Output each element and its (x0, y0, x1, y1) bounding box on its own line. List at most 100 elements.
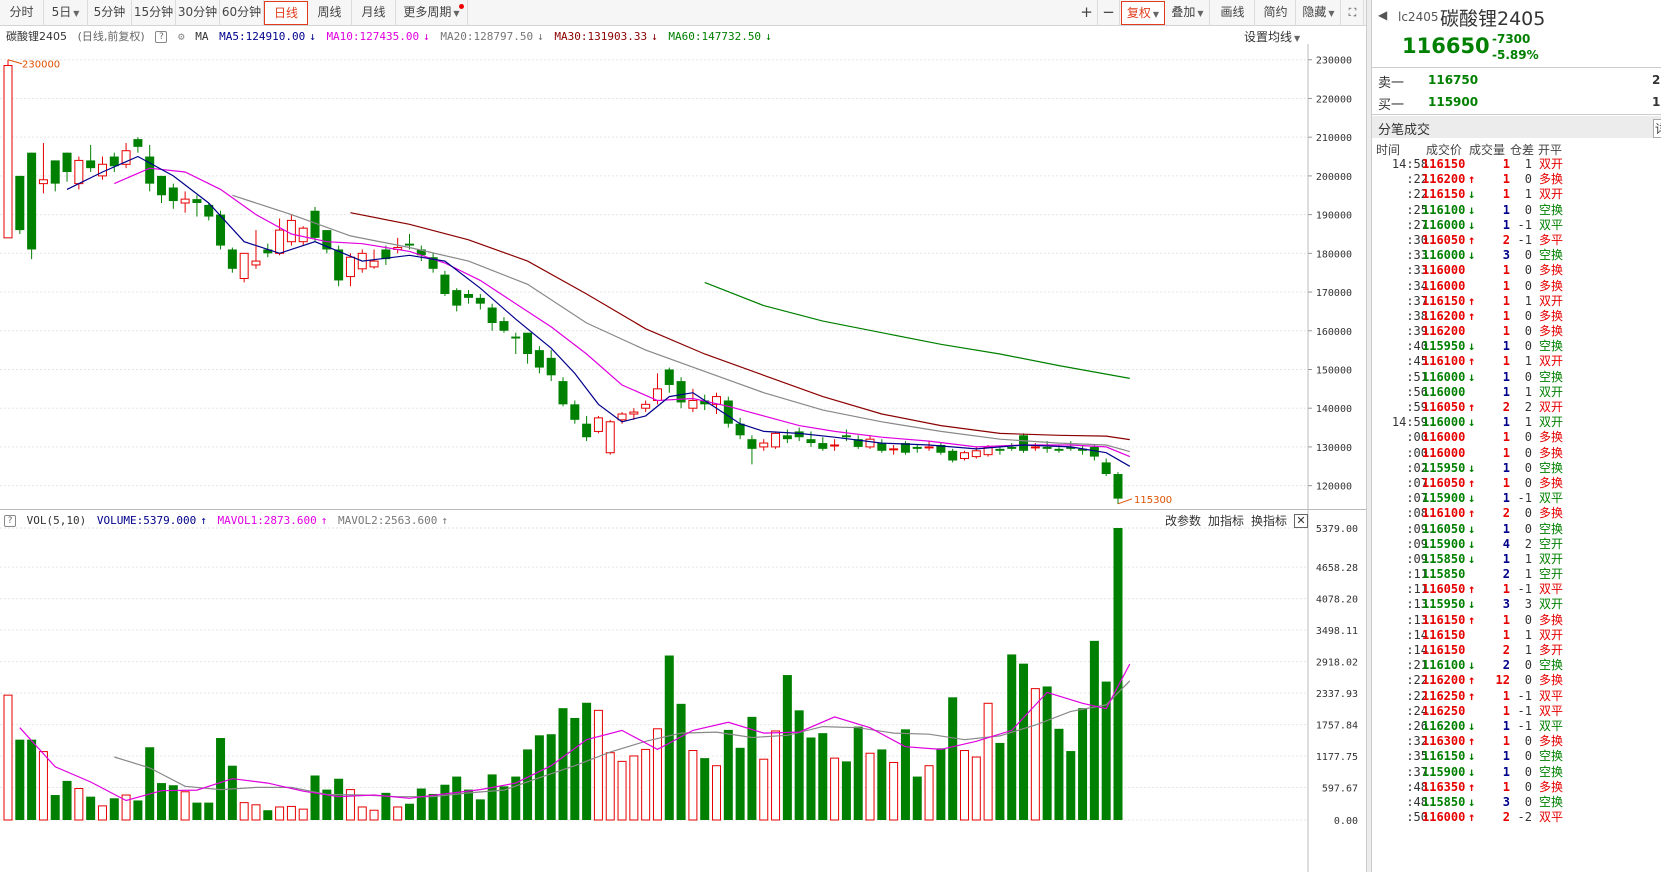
help-icon[interactable]: ? (4, 515, 16, 527)
simple-mode-button[interactable]: 简约 (1256, 0, 1296, 26)
trade-volume: 1 (1502, 582, 1510, 597)
help-icon[interactable]: ? (155, 31, 168, 43)
arrow-down-icon: ↓ (1468, 551, 1476, 566)
trade-oi: 0 (1524, 369, 1532, 384)
trade-volume: 2 (1502, 506, 1510, 521)
candle-body (464, 293, 474, 298)
volume-bar (641, 748, 651, 821)
volume-bar (735, 747, 745, 820)
period-label: 60分钟 (221, 5, 262, 19)
settings-gear-icon[interactable]: ⚙ (178, 30, 185, 43)
trade-nature: 多换 (1539, 506, 1564, 521)
kline-chart[interactable]: 230000 220000 210000 200000 190000 180000 1700… (0, 0, 1366, 872)
trade-nature: 多换 (1539, 172, 1564, 187)
zoom-out-button[interactable]: − (1098, 0, 1120, 26)
period-5-button[interactable]: 60分钟 (220, 0, 264, 26)
ma-settings-dropdown[interactable]: 设置均线 ▼ (1244, 27, 1300, 49)
period-2-button[interactable]: 5分钟 (88, 0, 132, 26)
trade-price: 116300 (1422, 734, 1466, 749)
trade-oi: 1 (1524, 643, 1532, 657)
trade-oi: -1 (1517, 582, 1532, 597)
volume-bar (924, 765, 934, 821)
trade-price: 115900 (1422, 764, 1466, 779)
trade-oi: 1 (1524, 187, 1532, 202)
trade-row: :25 116100 ↓ 1 0 空换 (1372, 203, 1661, 218)
volume-bar (428, 793, 438, 820)
draw-button[interactable]: 画线 (1211, 0, 1255, 26)
arrow-down-icon: ↓ (1468, 369, 1476, 384)
trade-nature: 多换 (1539, 308, 1564, 323)
trade-price: 116000 (1422, 810, 1466, 825)
trade-price: 116150 (1422, 187, 1466, 202)
zoom-in-button[interactable]: + (1076, 0, 1098, 26)
volume-bar (50, 795, 60, 820)
col-nature: 开平 (1538, 143, 1563, 157)
candle-body (759, 442, 769, 448)
candle-body (794, 431, 804, 438)
period-label: 15分钟 (133, 5, 174, 19)
candle-body (15, 175, 25, 231)
trade-nature: 多换 (1539, 734, 1564, 749)
trade-time: :40 (1406, 339, 1428, 354)
trade-row: :22 116200 ↑ 1 0 多换 (1372, 172, 1661, 187)
expand-icon[interactable]: ⛶ (1342, 0, 1364, 26)
trade-volume: 2 (1502, 643, 1510, 657)
trade-nature: 双开 (1539, 597, 1564, 612)
add-indicator-button[interactable]: 加指标 (1208, 512, 1244, 530)
overlay-dropdown[interactable]: 叠加 ▼ (1166, 0, 1210, 26)
period-1-button[interactable]: 5日 ▼ (44, 0, 88, 26)
period-3-button[interactable]: 15分钟 (132, 0, 176, 26)
col-oi: 仓差 (1510, 143, 1535, 157)
adjust-dropdown[interactable]: 复权 ▼ (1121, 1, 1165, 25)
trade-row: :59 116050 ↑ 2 2 双开 (1372, 400, 1661, 415)
close-icon[interactable]: ✕ (1294, 514, 1308, 528)
trade-nature: 多换 (1539, 263, 1564, 278)
period-6-button[interactable]: 日线 (264, 1, 308, 25)
candle-body (50, 160, 60, 184)
trade-nature: 双开 (1539, 627, 1564, 642)
candle-body (286, 219, 296, 243)
trade-price: 115900 (1422, 491, 1466, 506)
trade-row: :39 116200 1 0 多换 (1372, 324, 1661, 339)
period-8-button[interactable]: 月线 (352, 0, 396, 26)
trade-volume: 1 (1502, 324, 1510, 339)
candle-body (168, 187, 178, 202)
price-change: -7300 (1492, 32, 1531, 46)
trade-volume: 1 (1502, 521, 1510, 536)
trade-time: :00 (1406, 430, 1428, 445)
volume-bar (971, 756, 981, 821)
trades-detail-button[interactable]: 详 (1653, 119, 1661, 138)
trade-row: :22 116200 ↑ 12 0 多换 (1372, 673, 1661, 688)
period-label: 5日 (51, 5, 72, 19)
candle-body (109, 156, 119, 167)
switch-indicator-button[interactable]: 换指标 (1251, 512, 1287, 530)
candle-body (593, 417, 603, 432)
trade-time: :02 (1406, 460, 1428, 475)
arrow-down-icon: ↓ (1468, 794, 1476, 809)
price-tick-label: 160000 (1316, 327, 1352, 338)
trade-price: 116150 (1422, 643, 1466, 657)
trade-price: 116050 (1422, 475, 1466, 490)
ma5-value: MA5:124910.00 (219, 30, 306, 43)
trade-volume: 1 (1502, 415, 1510, 430)
volume-bar (369, 809, 379, 821)
trade-price: 116050 (1422, 232, 1466, 247)
prev-instrument-icon[interactable]: ◀ (1378, 8, 1387, 22)
price-tick-label: 210000 (1316, 133, 1352, 144)
trade-oi: -1 (1517, 491, 1532, 506)
period-9-button[interactable]: 更多周期 ▼ (396, 0, 468, 26)
trade-oi: 0 (1524, 460, 1532, 475)
edit-params-button[interactable]: 改参数 (1165, 512, 1201, 530)
trade-price: 115850 (1422, 567, 1466, 582)
period-7-button[interactable]: 周线 (308, 0, 352, 26)
candle-body (782, 435, 792, 440)
period-4-button[interactable]: 30分钟 (176, 0, 220, 26)
trade-oi: 0 (1524, 764, 1532, 779)
period-0-button[interactable]: 分时 (0, 0, 44, 26)
hide-dropdown[interactable]: 隐藏 ▼ (1297, 0, 1341, 26)
price-tick-label: 120000 (1316, 482, 1352, 493)
volume-bar (286, 805, 296, 821)
volume-bar (546, 734, 556, 820)
volume-bar (794, 710, 804, 820)
trade-row: :37 115900 ↓ 1 0 空换 (1372, 765, 1661, 780)
